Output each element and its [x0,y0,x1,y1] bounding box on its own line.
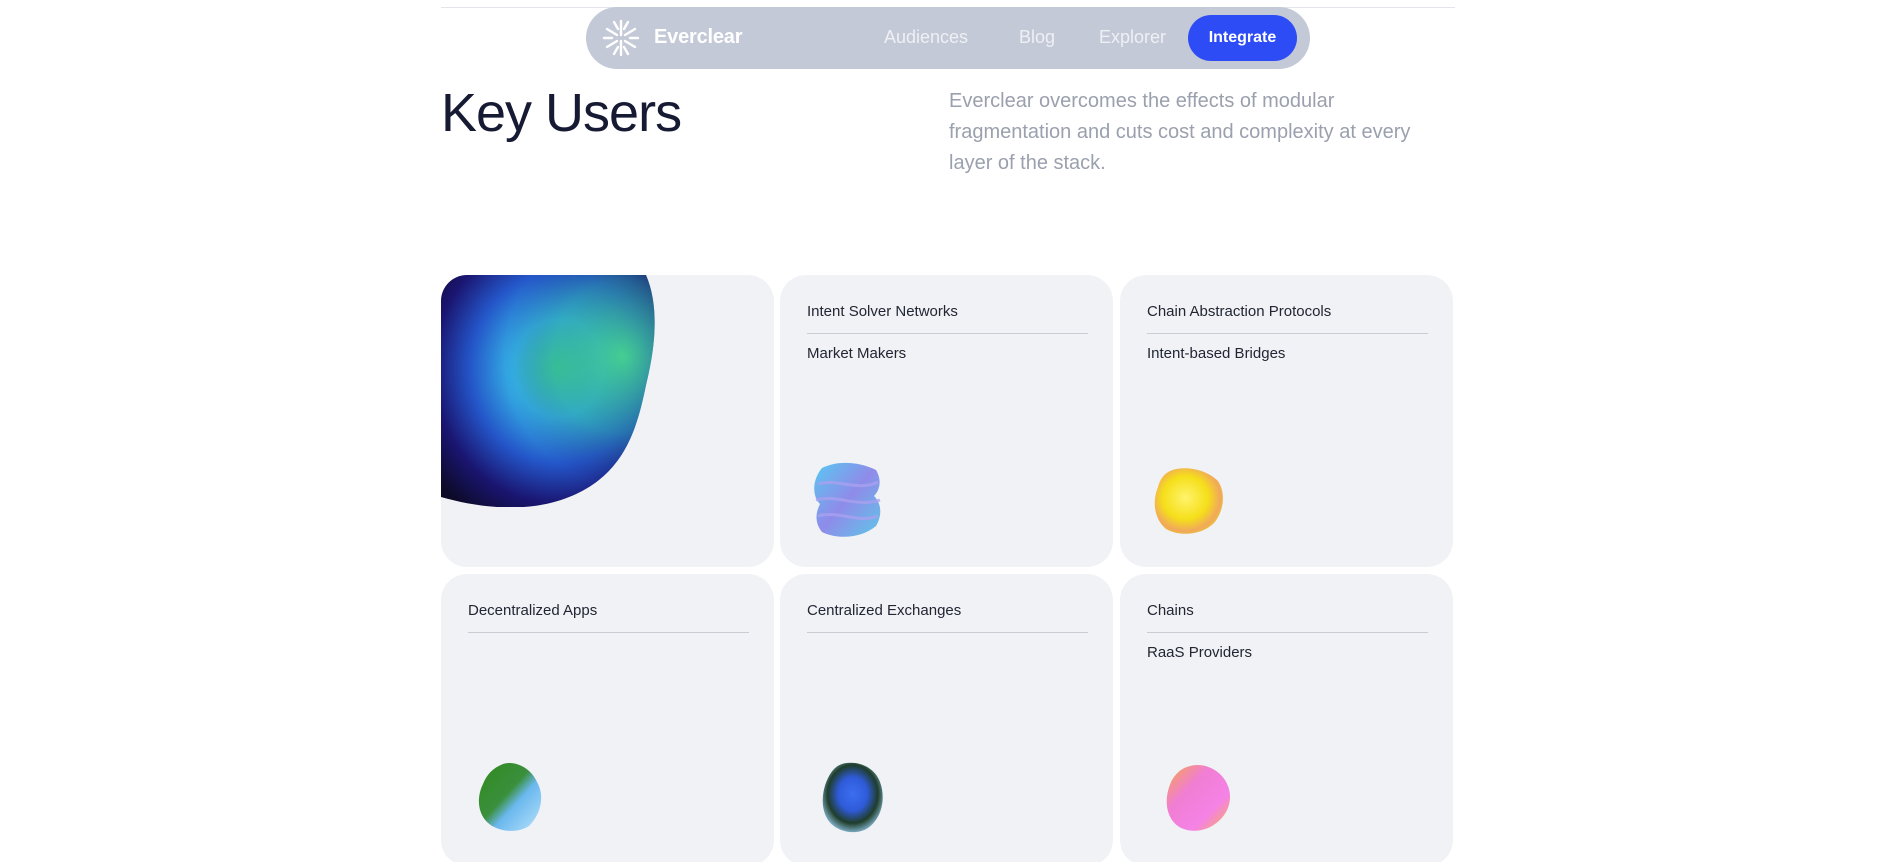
everclear-logo-icon[interactable] [601,17,641,59]
page-title: Key Users [441,83,682,143]
user-card-dapps: Decentralized Apps [441,574,774,862]
card-item-label: RaaS Providers [1147,644,1253,661]
twisted-blob-icon [814,462,881,537]
card-divider [468,632,749,633]
card-item-label: Chains [1147,602,1194,619]
nav-link-audiences[interactable]: Audiences [884,27,968,48]
card-divider [807,333,1088,334]
user-card-chains: Chains RaaS Providers [1120,574,1453,862]
integrate-button[interactable]: Integrate [1188,15,1297,61]
navbar: Everclear Audiences Blog Explorer Integr… [586,7,1310,69]
pink-blob-icon [1166,764,1231,831]
card-item-label: Intent-based Bridges [1147,345,1286,362]
user-card-chain-abstraction: Chain Abstraction Protocols Intent-based… [1120,275,1453,567]
yellow-blob-icon [1154,468,1223,534]
card-item-label: Centralized Exchanges [807,602,962,619]
dark-blue-blob-icon [822,762,883,833]
card-item-label: Market Makers [807,345,907,362]
green-blue-blob-icon [478,762,542,831]
card-divider [1147,333,1428,334]
card-item-label: Chain Abstraction Protocols [1147,303,1332,320]
user-card-feature [441,275,774,567]
card-divider [1147,632,1428,633]
card-item-label: Decentralized Apps [468,602,598,619]
card-divider [807,632,1088,633]
page-description: Everclear overcomes the effects of modul… [949,90,1411,174]
user-card-cex: Centralized Exchanges [780,574,1113,862]
nav-link-blog[interactable]: Blog [1019,27,1055,48]
page: Everclear Audiences Blog Explorer Integr… [0,0,1888,862]
brand-name[interactable]: Everclear [654,26,742,49]
user-card-solvers: Intent Solver Networks Market Makers [780,275,1113,567]
gradient-blob-image [441,275,655,507]
nav-link-explorer[interactable]: Explorer [1099,27,1166,48]
card-item-label: Intent Solver Networks [807,303,958,320]
